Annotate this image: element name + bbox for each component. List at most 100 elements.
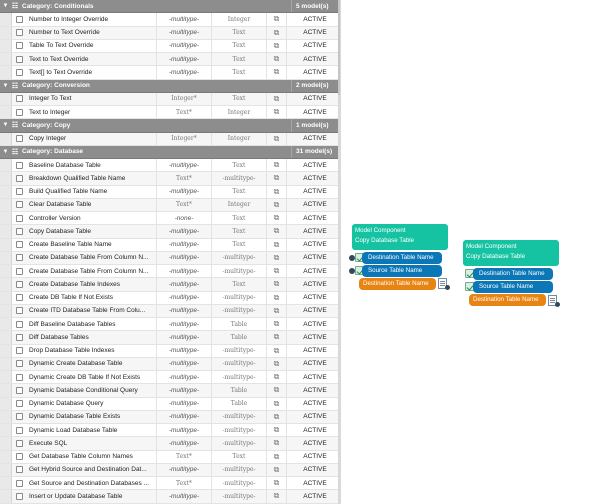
model-row[interactable]: Dynamic Create Database Table -multitype-… [0, 357, 338, 371]
model-row[interactable]: Number to Integer Override -multitype- Int… [0, 13, 338, 27]
category-header[interactable]: ▼ ☷ Category: Conditionals 5 model(s) [0, 0, 338, 14]
open-external-icon[interactable]: ⧉ [266, 371, 286, 384]
open-external-icon[interactable]: ⧉ [266, 92, 286, 105]
open-external-icon[interactable]: ⧉ [266, 384, 286, 397]
row-checkbox[interactable] [16, 241, 23, 249]
row-checkbox[interactable] [16, 333, 23, 341]
model-row[interactable]: Insert or Update Database Table -multityp… [0, 490, 338, 504]
model-row[interactable]: Dynamic Create DB Table If Not Exists -mu… [0, 371, 338, 385]
row-checkbox[interactable] [16, 254, 23, 262]
row-checkbox[interactable] [16, 95, 23, 103]
row-checkbox[interactable] [16, 15, 23, 23]
collapse-triangle-icon[interactable]: ▼ [0, 3, 11, 9]
row-checkbox[interactable] [16, 108, 23, 116]
open-external-icon[interactable]: ⧉ [266, 106, 286, 119]
open-external-icon[interactable]: ⧉ [266, 291, 286, 304]
model-row[interactable]: Drop Database Table Indexes -multitype- -m… [0, 344, 338, 358]
open-external-icon[interactable]: ⧉ [266, 159, 286, 172]
open-external-icon[interactable]: ⧉ [266, 66, 286, 79]
open-external-icon[interactable]: ⧉ [266, 477, 286, 490]
model-row[interactable]: Diff Baseline Database Tables -multitype-… [0, 318, 338, 332]
input-connector-icon[interactable] [349, 255, 355, 261]
open-external-icon[interactable]: ⧉ [266, 318, 286, 331]
input-port-destination-table-name[interactable]: Destination Table Name [473, 268, 553, 280]
row-checkbox[interactable] [16, 400, 23, 408]
model-row[interactable]: Get Source and Destination Databases ...… [0, 477, 338, 491]
row-checkbox[interactable] [16, 55, 23, 63]
open-external-icon[interactable]: ⧉ [266, 132, 286, 145]
model-row[interactable]: Integer To Text Integer* Text ⧉ ACTIVE [0, 92, 338, 106]
model-row[interactable]: Execute SQL -multitype- -multitype- ⧉ ACTIVE [0, 437, 338, 451]
model-row[interactable]: Dynamic Database Conditional Query -multi… [0, 384, 338, 398]
row-checkbox[interactable] [16, 492, 23, 500]
row-checkbox[interactable] [16, 161, 23, 169]
row-checkbox[interactable] [16, 294, 23, 302]
row-checkbox[interactable] [16, 413, 23, 421]
model-row[interactable]: Table To Text Override -multitype- Text ⧉ AC… [0, 39, 338, 53]
open-external-icon[interactable]: ⧉ [266, 450, 286, 463]
row-checkbox[interactable] [16, 307, 23, 315]
output-port-destination-table-name[interactable]: Destination Table Name [469, 294, 546, 306]
collapse-triangle-icon[interactable]: ▼ [0, 149, 11, 155]
open-external-icon[interactable]: ⧉ [266, 463, 286, 476]
model-row[interactable]: Text to Text Override -multitype- Text ⧉ ACT… [0, 53, 338, 67]
open-external-icon[interactable]: ⧉ [266, 490, 286, 503]
collapse-triangle-icon[interactable]: ▼ [0, 122, 11, 128]
open-external-icon[interactable]: ⧉ [266, 331, 286, 344]
row-checkbox[interactable] [16, 68, 23, 76]
open-external-icon[interactable]: ⧉ [266, 265, 286, 278]
open-external-icon[interactable]: ⧉ [266, 304, 286, 317]
model-row[interactable]: Get Hybrid Source and Destination Dat...… [0, 463, 338, 477]
open-external-icon[interactable]: ⧉ [266, 357, 286, 370]
open-external-icon[interactable]: ⧉ [266, 251, 286, 264]
open-external-icon[interactable]: ⧉ [266, 278, 286, 291]
open-external-icon[interactable]: ⧉ [266, 185, 286, 198]
row-checkbox[interactable] [16, 135, 23, 143]
row-checkbox[interactable] [16, 453, 23, 461]
model-row[interactable]: Dynamic Load Database Table -multitype- -m… [0, 424, 338, 438]
row-checkbox[interactable] [16, 174, 23, 182]
model-row[interactable]: Dynamic Database Query -multitype- Table ⧉ A… [0, 397, 338, 411]
output-port-destination-table-name[interactable]: Destination Table Name [359, 278, 436, 290]
model-row[interactable]: Text[] to Text Override -multitype- Text ⧉ A… [0, 66, 338, 80]
open-external-icon[interactable]: ⧉ [266, 424, 286, 437]
model-row[interactable]: Create Database Table From Column N... -m… [0, 251, 338, 265]
output-document-icon[interactable] [438, 278, 450, 290]
open-external-icon[interactable]: ⧉ [266, 397, 286, 410]
open-external-icon[interactable]: ⧉ [266, 198, 286, 211]
row-checkbox[interactable] [16, 386, 23, 394]
model-row[interactable]: Copy Integer Integer* Integer ⧉ ACTIVE [0, 132, 338, 146]
row-checkbox[interactable] [16, 29, 23, 37]
output-document-icon[interactable] [548, 295, 560, 307]
row-checkbox[interactable] [16, 479, 23, 487]
model-row[interactable]: Dynamic Database Table Exists -multitype-… [0, 410, 338, 424]
model-row[interactable]: Controller Version -none- Text ⧉ ACTIVE [0, 212, 338, 226]
row-checkbox[interactable] [16, 360, 23, 368]
model-row[interactable]: Baseline Database Table -multitype- Text ⧉ A… [0, 159, 338, 173]
open-external-icon[interactable]: ⧉ [266, 172, 286, 185]
row-checkbox[interactable] [16, 227, 23, 235]
model-row[interactable]: Create Database Table Indexes -multitype-… [0, 278, 338, 292]
row-checkbox[interactable] [16, 426, 23, 434]
row-checkbox[interactable] [16, 347, 23, 355]
open-external-icon[interactable]: ⧉ [266, 238, 286, 251]
open-external-icon[interactable]: ⧉ [266, 410, 286, 423]
model-row[interactable]: Build Qualified Table Name -multitype- Tex… [0, 185, 338, 199]
collapse-triangle-icon[interactable]: ▼ [0, 83, 11, 89]
model-row[interactable]: Text to Integer Text* Integer ⧉ ACTIVE [0, 106, 338, 120]
row-checkbox[interactable] [16, 214, 23, 222]
input-port-source-table-name[interactable]: Source Table Name [473, 281, 553, 293]
open-external-icon[interactable]: ⧉ [266, 53, 286, 66]
model-row[interactable]: Breakdown Qualified Table Name Text* -mult… [0, 172, 338, 186]
row-checkbox[interactable] [16, 188, 23, 196]
row-checkbox[interactable] [16, 280, 23, 288]
row-checkbox[interactable] [16, 42, 23, 50]
model-row[interactable]: Create ITD Database Table From Colu... -m… [0, 304, 338, 318]
model-row[interactable]: Diff Database Tables -multitype- Table ⧉ ACT… [0, 331, 338, 345]
open-external-icon[interactable]: ⧉ [266, 13, 286, 26]
row-checkbox[interactable] [16, 267, 23, 275]
open-external-icon[interactable]: ⧉ [266, 26, 286, 39]
model-row[interactable]: Create Baseline Table Name -multitype- Tex… [0, 238, 338, 252]
row-checkbox[interactable] [16, 466, 23, 474]
splitter-grip[interactable] [338, 0, 340, 95]
